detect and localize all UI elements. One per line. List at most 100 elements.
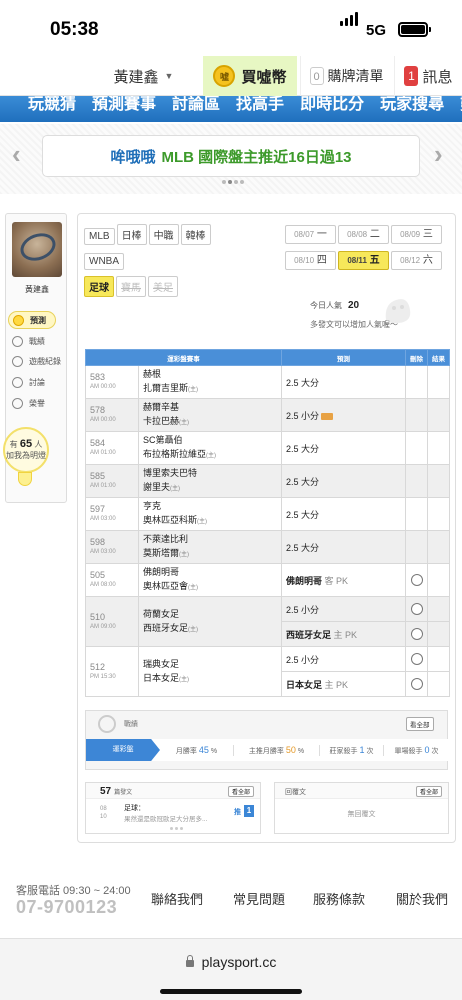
sidebar-item-discuss[interactable]: 討論 [12,373,82,391]
prediction-value: 2.5 大分 [286,542,320,553]
date-tab-selected[interactable]: 08/11 五 [338,251,389,270]
league-tab[interactable]: 韓棒 [180,224,211,245]
sidebar-item-record[interactable]: 戰績 [12,332,82,350]
date-tab[interactable]: 08/10 四 [285,251,336,270]
messages-button[interactable]: 1 訊息 [394,56,462,96]
announcement-banner[interactable]: 哞哦哦 MLB 國際盤主推近16日過13 [42,135,420,177]
prediction-value: 西班牙女足 [286,629,332,640]
network-label: 5G [366,22,387,39]
record-tabs: 運彩盤 月勝率 45 % 主推月勝率 50 % 莊家殺手 1 次 單場殺手 0 … [86,739,449,761]
date-filter: 08/07 一 08/08 二 08/09 三 08/10 四 08/11 五 08/1… [285,224,455,276]
lock-icon [185,955,194,967]
nav-item-experts[interactable]: 找高手 [236,97,284,113]
posts-view-all-button[interactable]: 看全部 [227,786,254,797]
delete-radio[interactable] [410,628,423,640]
popular-prefix: 有 [9,440,18,449]
footer-link-faq[interactable]: 常見問題 [233,889,285,908]
table-row: 598 AM 03:00 不萊達比利 莫斯塔爾(主) 2.5 大分 [85,530,450,564]
main-nav: 玩競猜預測賽事討論區找高手即時比分玩家搜尋數據 [0,96,462,122]
delete-radio[interactable] [410,653,423,665]
league-filter: MLB 日棒 中職 韓棒 WNBA 足球 寶馬 美足 [84,224,274,303]
user-menu[interactable]: 黃建鑫 ▼ [86,56,201,96]
record-tab-single-killer[interactable]: 單場殺手 0 次 [384,745,449,756]
record-label: 戰績 [124,721,138,728]
table-row: 505 AM 08:00 佛朗明哥 奧林匹亞會(主) 佛朗明哥 客 PK [85,563,450,597]
messages-label: 訊息 [422,68,453,86]
page-root: 05:38 5G 黃建鑫 ▼ 噓 買噓幣 0 購牌清單 1 訊息 玩競猜 預測賽事… [0,0,462,1000]
posts-card: 57 篇發文 看全部 08 10 足球： 果然還是歐冠歐足大分居多... 推 1 [85,782,261,834]
next-arrow-icon[interactable]: › [434,139,443,170]
record-tab-sports-lottery[interactable]: 運彩盤 [86,739,160,761]
record-tab-bookie-killer[interactable]: 莊家殺手 1 次 [320,744,384,756]
replies-card: 回覆文 看全部 無回覆文 [274,782,449,834]
footer-link-terms[interactable]: 服務條款 [313,889,365,908]
date-tab[interactable]: 08/12 六 [391,251,442,270]
top-header: 黃建鑫 ▼ 噓 買噓幣 0 購牌清單 1 訊息 [0,56,462,96]
announcement-text: MLB 國際盤主推近16日過13 [161,148,352,166]
sidebar-item-label: 預測 [30,315,46,325]
nav-item-forum[interactable]: 討論區 [172,97,220,113]
home-indicator [160,989,302,994]
date-tab[interactable]: 08/07 一 [285,225,336,244]
nav-item-predict[interactable]: 預測賽事 [92,97,156,113]
footer-link-contact[interactable]: 聯絡我們 [151,889,203,908]
prediction-value: 2.5 小分 [286,410,320,421]
url-display[interactable]: playsport.cc [0,954,462,970]
sidebar-item-predict[interactable]: 預測 [8,311,56,329]
league-tab-selected[interactable]: 足球 [84,276,114,297]
record-tab-monthly-win[interactable]: 月勝率 45 % [160,744,234,756]
delete-radio[interactable] [410,574,423,586]
record-icon [12,335,23,347]
announcement-area: ‹ 哞哦哦 MLB 國際盤主推近16日過13 › [0,124,462,194]
today-popularity: 今日人氣 20 [310,300,359,311]
league-tab[interactable]: 中職 [148,224,179,245]
avatar[interactable] [12,222,62,277]
footer-link-about[interactable]: 關於我們 [396,889,448,908]
buy-coin-button[interactable]: 噓 買噓幣 [203,56,297,96]
battery-tip [429,27,431,32]
nav-item-player-search[interactable]: 玩家搜尋 [380,97,444,113]
table-row: 512 PM 15:30 瑞典女足 日本女足(主) 2.5 小分 [85,646,450,697]
record-tab-main-pick-win[interactable]: 主推月勝率 50 % [234,744,320,756]
orders-button[interactable]: 0 購牌清單 [300,56,392,96]
replies-title: 回覆文 [285,789,306,796]
league-tab-disabled: 美足 [148,276,178,297]
post-title[interactable]: 足球： [124,803,145,813]
hotline-number[interactable]: 07-9700123 [16,897,117,918]
date-tab[interactable]: 08/09 三 [391,225,442,244]
announcement-source: 哞哦哦 [110,148,156,166]
messages-count-badge: 1 [404,66,419,86]
col-header-prediction: 預測 [281,349,406,366]
sidebar-item-honor[interactable]: 榮譽 [12,394,82,412]
delete-radio[interactable] [410,603,423,615]
prediction-value: 2.5 大分 [286,476,320,487]
col-header-match: 運彩盤賽事 [85,349,282,366]
posts-carousel-dots [170,827,183,830]
honor-icon [12,397,23,409]
footer: 客服電話 09:30 ~ 24:00 07-9700123 聯絡我們 常見問題 … [0,865,462,935]
posts-card-header: 57 篇發文 看全部 [86,783,260,799]
nav-item-play[interactable]: 玩競猜 [28,97,76,113]
replies-view-all-button[interactable]: 看全部 [415,786,442,797]
record-view-all-button[interactable]: 看全部 [406,717,434,731]
nav-item-live[interactable]: 即時比分 [300,97,364,113]
table-row: 583 AM 00:00 赫根 扎爾吉里斯(主) 2.5 大分 [85,365,450,399]
date-tab[interactable]: 08/08 二 [338,225,389,244]
prediction-extra: 客 PK [324,575,349,586]
league-tab[interactable]: 日棒 [116,224,147,245]
prediction-value: 2.5 大分 [286,377,320,388]
sidebar-item-label: 遊戲紀錄 [29,356,61,366]
table-row: 510 AM 09:00 荷蘭女足 西班牙女足(主) 2.5 小分 [85,596,450,647]
post-excerpt[interactable]: 果然還是歐冠歐足大分居多... [124,813,207,823]
browser-url-bar[interactable]: playsport.cc [0,938,462,1000]
orders-count-badge: 0 [309,67,324,85]
table-row: 585 AM 01:00 博里索夫巴特 謝里夫(主) 2.5 大分 [85,464,450,498]
league-tab[interactable]: MLB [84,228,115,245]
prev-arrow-icon[interactable]: ‹ [12,139,21,170]
table-row: 578 AM 00:00 赫爾辛基 卡拉巴赫(主) 2.5 小分 [85,398,450,432]
league-tab[interactable]: WNBA [84,253,124,270]
delete-radio[interactable] [410,678,423,690]
sidebar-item-game-history[interactable]: 遊戲紀錄 [12,352,82,370]
popular-bulb[interactable]: 有 65 人 加我為明燈 [3,427,49,473]
discuss-icon [12,376,23,388]
